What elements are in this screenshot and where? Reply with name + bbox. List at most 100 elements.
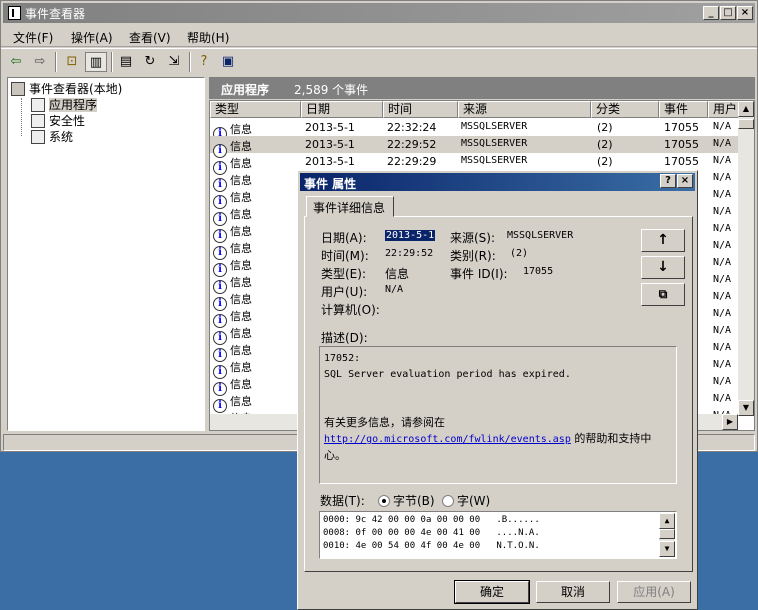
help-icon[interactable]: ? [193, 52, 215, 72]
cell-time: 22:29:52 [387, 138, 437, 151]
back-icon[interactable]: ⇦ [5, 52, 27, 72]
hex-scrollbar[interactable]: ▲ ▼ [659, 513, 675, 557]
scroll-up-arrow-icon[interactable]: ▲ [738, 101, 754, 117]
cell-user: N/A [713, 325, 732, 336]
cell-source: MSSQLSERVER [461, 138, 528, 149]
description-line-4: http://go.microsoft.com/fwlink/events.as… [324, 431, 672, 448]
event-id-value[interactable]: 17055 [523, 266, 553, 277]
tree-item-application[interactable]: 应用程序 [31, 96, 98, 113]
minimize-button[interactable]: _ [703, 6, 719, 20]
cell-user: N/A [713, 155, 732, 166]
cell-type-text: 信息 [230, 310, 252, 323]
next-event-button[interactable]: ↓ [641, 256, 685, 279]
previous-event-button[interactable]: ↑ [641, 229, 685, 252]
category-value[interactable]: (2) [510, 248, 528, 259]
event-count: 2,589 个事件 [294, 83, 369, 97]
help-link[interactable]: http://go.microsoft.com/fwlink/events.as… [324, 434, 571, 445]
toolbar: ⇦ ⇨ ⊡ ▥ ▤ ↻ ⇲ ? ▣ [1, 48, 757, 74]
type-value[interactable]: 信息 [385, 265, 409, 282]
toolbar-separator [111, 52, 113, 72]
computer-icon [11, 82, 25, 96]
col-header-category[interactable]: 分类 [591, 101, 659, 118]
cancel-button[interactable]: 取消 [536, 581, 610, 603]
cell-type-text: 信息 [230, 378, 252, 391]
data-label: 数据(T): [320, 494, 365, 508]
properties-icon[interactable]: ▤ [115, 52, 137, 72]
description-line-3: 有关更多信息，请参阅在 [324, 416, 445, 429]
menu-file[interactable]: 文件(F) [13, 29, 53, 46]
time-value[interactable]: 22:29:52 [385, 248, 433, 259]
cell-user: N/A [713, 393, 732, 404]
cell-category: (2) [597, 155, 613, 168]
scroll-up-arrow-icon[interactable]: ▲ [659, 513, 675, 529]
col-header-type[interactable]: 类型 [210, 101, 301, 118]
tab-event-details[interactable]: 事件详细信息 [306, 196, 394, 217]
cell-user: N/A [713, 240, 732, 251]
cell-type-text: 信息 [230, 327, 252, 340]
title-bar[interactable]: 事件查看器 _ □ × [3, 3, 755, 23]
ok-button[interactable]: 确定 [454, 580, 530, 604]
scroll-thumb[interactable] [659, 529, 675, 539]
menu-action[interactable]: 操作(A) [71, 29, 113, 46]
description-label: 描述(D): [321, 331, 368, 345]
dialog-title-bar[interactable]: 事件 属性 ? × [300, 173, 695, 191]
table-row[interactable]: i 信息 2013-5-1 22:29:52 MSSQLSERVER (2) 17055 N/… [210, 136, 738, 158]
refresh-icon[interactable]: ↻ [139, 52, 161, 72]
log-icon [31, 114, 45, 128]
maximize-button[interactable]: □ [720, 6, 736, 20]
col-header-date[interactable]: 日期 [301, 101, 383, 118]
dialog-close-button[interactable]: × [677, 174, 693, 188]
date-value[interactable]: 2013-5-1 [385, 230, 436, 241]
menu-view[interactable]: 查看(V) [129, 29, 171, 46]
view-icon[interactable]: ▣ [217, 52, 239, 72]
tree-root[interactable]: 事件查看器(本地) [11, 80, 122, 97]
show-hide-tree-icon[interactable]: ▥ [85, 52, 107, 72]
scroll-down-arrow-icon[interactable]: ▼ [659, 541, 675, 557]
window-title: 事件查看器 [25, 7, 86, 21]
scroll-down-arrow-icon[interactable]: ▼ [738, 400, 754, 416]
cell-source: MSSQLSERVER [461, 155, 528, 166]
cell-time: 22:32:24 [387, 121, 437, 134]
cell-user: N/A [713, 342, 732, 353]
table-row[interactable]: i 信息 2013-5-1 22:29:29 MSSQLSERVER (2) 17055 N/… [210, 153, 738, 175]
cell-type-text: 信息 [230, 293, 252, 306]
scroll-right-arrow-icon[interactable]: ▶ [722, 414, 738, 430]
forward-icon[interactable]: ⇨ [29, 52, 51, 72]
cell-source: MSSQLSERVER [461, 121, 528, 132]
vertical-scrollbar[interactable]: ▲ ▼ [738, 101, 754, 416]
copy-icon[interactable]: ⧉ [641, 283, 685, 306]
hex-line: 0010: 4e 00 54 00 4f 00 4e 00 N.T.O.N. [323, 541, 540, 551]
cell-user: N/A [713, 223, 732, 234]
words-radio[interactable]: 字(W) [442, 492, 490, 509]
col-header-time[interactable]: 时间 [383, 101, 458, 118]
scroll-thumb[interactable] [738, 119, 754, 129]
source-value[interactable]: MSSQLSERVER [507, 230, 573, 241]
cell-type-text: 信息 [230, 225, 252, 238]
close-button[interactable]: × [737, 6, 753, 20]
data-hex-box[interactable]: 0000: 9c 42 00 00 0a 00 00 00 .B...... 00… [319, 511, 677, 559]
app-icon [8, 6, 21, 20]
menu-bar: 文件(F) 操作(A) 查看(V) 帮助(H) [1, 25, 757, 47]
col-header-event[interactable]: 事件 [659, 101, 708, 118]
col-header-user[interactable]: 用户 [708, 101, 742, 118]
description-box[interactable]: 17052: SQL Server evaluation period has … [319, 346, 677, 484]
log-icon [31, 130, 45, 144]
cell-user: N/A [713, 138, 732, 149]
menu-help[interactable]: 帮助(H) [187, 29, 229, 46]
cell-type-text: 信息 [230, 140, 252, 153]
cell-event: 17055 [664, 121, 699, 134]
col-header-source[interactable]: 来源 [458, 101, 591, 118]
tree-item-security[interactable]: 安全性 [31, 112, 85, 129]
apply-button[interactable]: 应用(A) [617, 581, 691, 603]
table-row[interactable]: i 信息 2013-5-1 22:32:24 MSSQLSERVER (2) 17055 N/… [210, 119, 738, 141]
help-button[interactable]: ? [660, 174, 676, 188]
bytes-radio[interactable]: 字节(B) [378, 492, 435, 509]
cell-date: 2013-5-1 [305, 121, 355, 134]
export-list-icon[interactable]: ⇲ [163, 52, 185, 72]
tree-item-system[interactable]: 系统 [31, 128, 73, 145]
up-folder-icon[interactable]: ⊡ [61, 52, 83, 72]
cell-category: (2) [597, 121, 613, 134]
user-value[interactable]: N/A [385, 284, 403, 295]
dialog-title: 事件 属性 [304, 177, 357, 191]
